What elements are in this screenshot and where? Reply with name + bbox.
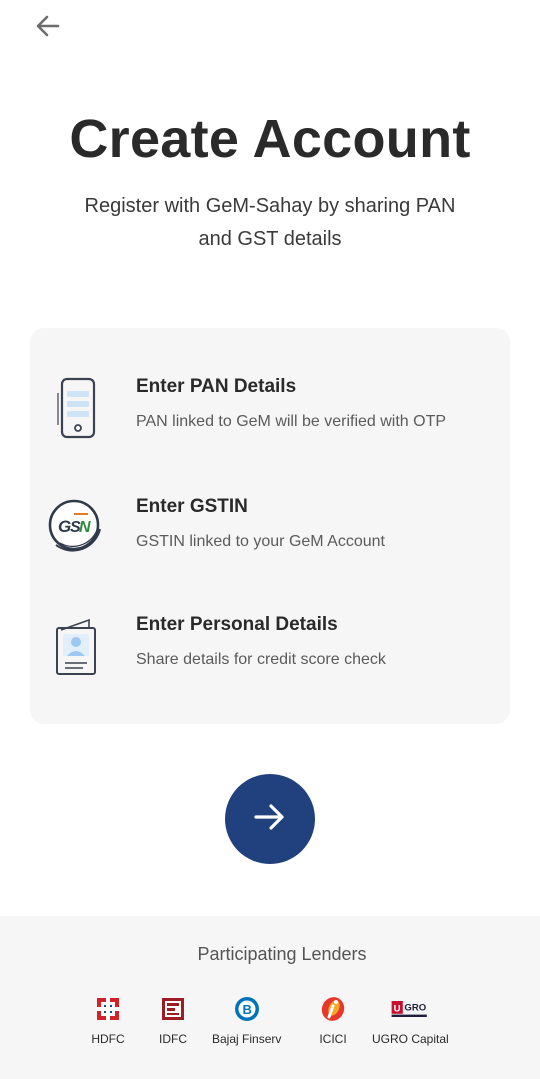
step-pan-details: Enter PAN Details PAN linked to GeM will…: [30, 376, 510, 456]
lender-idfc: IDFC: [153, 994, 193, 1046]
svg-text:GRO: GRO: [405, 1003, 427, 1014]
step-description: PAN linked to GeM will be verified with …: [136, 413, 447, 430]
gstin-logo-icon: G S N: [48, 496, 104, 562]
step-personal-details: Enter Personal Details Share details for…: [30, 614, 510, 694]
lender-hdfc: HDFC: [88, 994, 128, 1046]
page-title: Create Account: [69, 109, 471, 169]
idfc-logo-icon: [153, 994, 193, 1024]
lender-bajaj-finserv: B Bajaj Finserv: [212, 994, 281, 1046]
lenders-title: Participating Lenders: [197, 944, 367, 964]
next-button[interactable]: [225, 774, 315, 864]
step-title: Enter GSTIN: [136, 496, 248, 517]
lender-name: IDFC: [159, 1032, 187, 1046]
svg-text:N: N: [79, 519, 91, 536]
page-subtitle: Register with GeM-Sahay by sharing PAN a…: [84, 195, 456, 250]
icici-logo-icon: [313, 994, 353, 1024]
lender-name: UGRO Capital: [372, 1032, 449, 1046]
lender-name: HDFC: [91, 1032, 125, 1046]
back-button[interactable]: [32, 12, 64, 44]
bajaj-finserv-logo-icon: B: [227, 994, 267, 1024]
lender-name: ICICI: [319, 1032, 347, 1046]
step-description: Share details for credit score check: [136, 651, 386, 668]
step-gstin: G S N Enter GSTIN GSTIN linked to your G…: [30, 496, 510, 576]
arrow-left-icon: [34, 12, 62, 45]
hdfc-logo-icon: [88, 994, 128, 1024]
step-title: Enter Personal Details: [136, 614, 338, 635]
arrow-right-icon: [252, 799, 288, 840]
step-title: Enter PAN Details: [136, 376, 297, 397]
lender-icici: ICICI: [313, 994, 353, 1046]
step-description: GSTIN linked to your GeM Account: [136, 533, 385, 550]
steps-card: Enter PAN Details PAN linked to GeM will…: [30, 328, 510, 724]
svg-text:U: U: [394, 1003, 401, 1014]
id-card-icon: [48, 614, 104, 680]
phone-icon: [48, 376, 104, 442]
participating-lenders-section: Participating Lenders HDFC IDFC B Bajaj …: [0, 916, 540, 1079]
lender-ugro-capital: U GRO UGRO Capital: [372, 994, 449, 1046]
lender-name: Bajaj Finserv: [212, 1032, 282, 1046]
ugro-capital-logo-icon: U GRO: [390, 994, 430, 1024]
svg-text:B: B: [242, 1002, 251, 1017]
